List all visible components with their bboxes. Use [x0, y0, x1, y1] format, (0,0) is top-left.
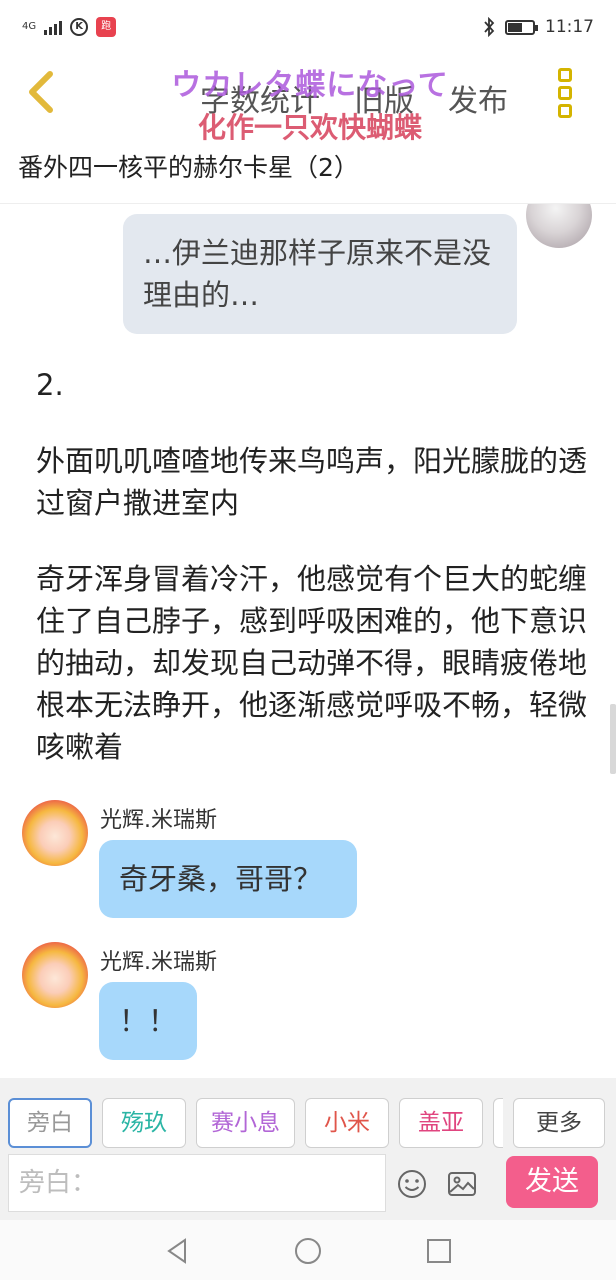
role-chip[interactable]: 殇玖 [102, 1098, 186, 1148]
status-bar: 4G K 跑 11:17 [0, 0, 616, 54]
bluetooth-icon [484, 17, 495, 37]
image-icon[interactable] [446, 1168, 478, 1200]
status-right: 11:17 [483, 17, 594, 37]
status-left: 4G K 跑 [22, 17, 117, 37]
avatar[interactable] [22, 942, 88, 1008]
editor-header: 字数统计 旧版 发布 ウカレタ蝶になって 化作一只欢快蝴蝶 番外四一核平的赫尔卡… [0, 54, 616, 204]
role-chip[interactable]: 盖亚 [399, 1098, 483, 1148]
network-label: 4G [22, 21, 37, 32]
header-actions: 字数统计 旧版 发布 [200, 76, 508, 120]
word-count-button[interactable]: 字数统计 [200, 76, 320, 120]
role-chip-narrator[interactable]: 旁白 [8, 1098, 92, 1148]
back-triangle-icon[interactable] [162, 1236, 192, 1266]
send-button[interactable]: 发送 [506, 1156, 598, 1208]
speaker-name: 光辉.米瑞斯 [100, 808, 217, 833]
clock: 11:17 [545, 17, 594, 37]
page-title: 番外四一核平的赫尔卡星（2） [18, 153, 359, 182]
role-chip-overflow[interactable] [493, 1098, 503, 1148]
story-content[interactable]: …伊兰迪那样子原来不是没理由的… 2. 外面叽叽喳喳地传来鸟鸣声，阳光朦胧的透过… [0, 204, 616, 1078]
scrollbar[interactable] [610, 704, 616, 774]
message-input[interactable] [8, 1154, 386, 1212]
recents-square-icon[interactable] [424, 1236, 454, 1266]
avatar[interactable] [526, 204, 592, 248]
emoji-icon[interactable] [396, 1168, 428, 1200]
role-chips: 旁白 殇玖 赛小息 小米 盖亚 更多 [8, 1098, 616, 1148]
role-chip[interactable]: 赛小息 [196, 1098, 295, 1148]
old-version-button[interactable]: 旧版 [354, 76, 414, 120]
home-circle-icon[interactable] [293, 1236, 323, 1266]
signal-icon [44, 19, 63, 35]
app-notification-icon: 跑 [96, 17, 117, 37]
more-menu-icon[interactable] [558, 68, 576, 118]
more-roles-button[interactable]: 更多 [513, 1098, 605, 1148]
avatar[interactable] [22, 800, 88, 866]
composer: 旁白 殇玖 赛小息 小米 盖亚 更多 发送 [0, 1078, 616, 1220]
role-chip[interactable]: 小米 [305, 1098, 389, 1148]
narration-text[interactable]: 奇牙浑身冒着冷汗，他感觉有个巨大的蛇缠住了自己脖子，感到呼吸困难的，他下意识的抽… [36, 558, 588, 768]
narration-text[interactable]: 2. [36, 364, 588, 406]
narration-text[interactable]: 外面叽叽喳喳地传来鸟鸣声，阳光朦胧的透过窗户撒进室内 [36, 440, 588, 524]
battery-icon [505, 19, 538, 35]
chat-bubble-left[interactable]: ！！ [99, 982, 197, 1060]
publish-button[interactable]: 发布 [448, 76, 508, 120]
chat-bubble-right[interactable]: …伊兰迪那样子原来不是没理由的… [123, 214, 517, 334]
chat-bubble-left[interactable]: 奇牙桑，哥哥？ [99, 840, 357, 918]
k-circle-icon: K [70, 18, 89, 36]
back-chevron-icon[interactable] [20, 68, 64, 116]
system-nav-bar [0, 1220, 616, 1280]
speaker-name: 光辉.米瑞斯 [100, 950, 217, 975]
